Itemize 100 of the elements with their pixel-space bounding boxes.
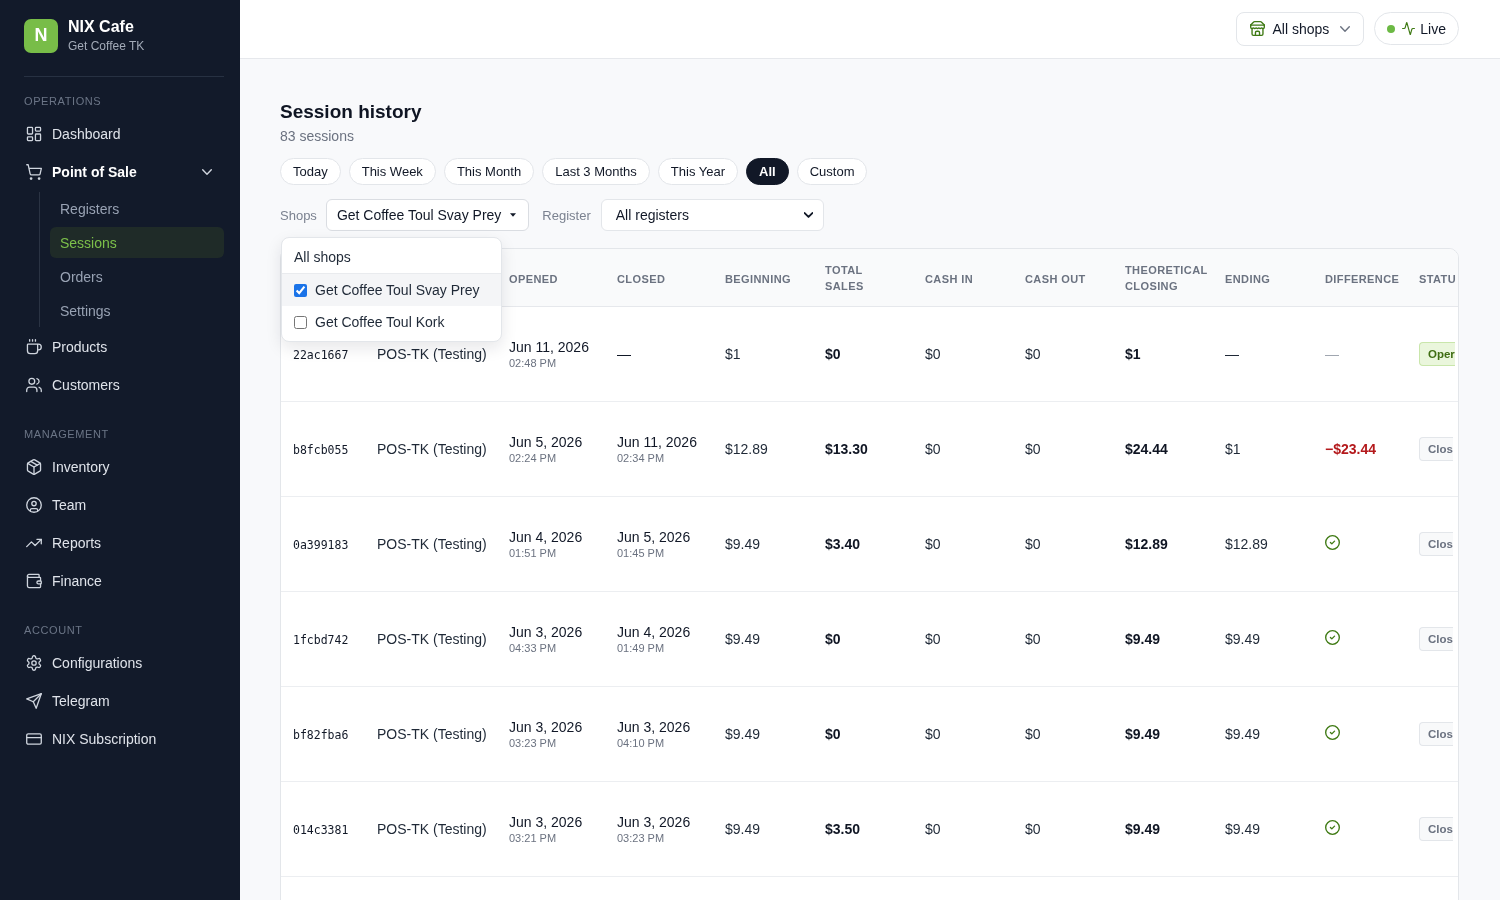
- shop-switcher[interactable]: All shops: [1235, 11, 1365, 46]
- table-cell: POS-TK (Testing): [377, 821, 487, 837]
- table-cell: $9.49: [725, 631, 761, 647]
- date-range-pill[interactable]: Last 3 Months: [542, 158, 650, 185]
- date-text: Jun 11, 2026: [617, 433, 697, 451]
- date-range-pill[interactable]: All: [746, 158, 789, 185]
- check-circle-icon: [1325, 819, 1340, 835]
- table-cell: $9.49: [1225, 821, 1261, 837]
- check-circle-icon: [1325, 724, 1340, 740]
- nav-item[interactable]: Finance: [16, 563, 224, 599]
- check-circle-icon: [1325, 534, 1340, 550]
- date-range-pill[interactable]: This Year: [657, 158, 739, 185]
- nav-subitem[interactable]: Orders: [50, 261, 224, 292]
- table-cell: POS-TK (Testing): [377, 441, 487, 457]
- date-text: —: [617, 345, 631, 363]
- nav-item[interactable]: Products: [16, 329, 224, 365]
- table-cell: $9.49: [1125, 726, 1161, 742]
- date-text: Jun 3, 2026: [509, 718, 583, 736]
- status-badge: Clos: [1419, 627, 1453, 651]
- table-cell: $12.89: [1225, 536, 1268, 552]
- table-cell: $9.49: [1125, 631, 1161, 647]
- time-text: 02:34 PM: [617, 451, 665, 465]
- date-text: Jun 3, 2026: [509, 623, 583, 641]
- table-cell: 1fcbd742: [293, 633, 349, 647]
- table-cell: $0: [1025, 536, 1041, 552]
- table-cell: $0: [825, 726, 841, 742]
- nav-item[interactable]: Telegram: [16, 683, 224, 719]
- table-cell: $0: [1025, 726, 1041, 742]
- table-cell: 0a399183: [293, 538, 349, 552]
- dropdown-option[interactable]: Get Coffee Toul Svay Prey: [282, 274, 501, 306]
- nav-item[interactable]: Inventory: [16, 449, 224, 485]
- table-cell: $12.89: [725, 441, 768, 457]
- nav-item[interactable]: Team: [16, 487, 224, 523]
- date-range-pill[interactable]: This Week: [348, 158, 436, 185]
- page-title: Session history: [280, 100, 422, 124]
- filter-label: Register: [542, 207, 591, 223]
- table-cell: $9.49: [725, 726, 761, 742]
- nav-item[interactable]: Dashboard: [16, 116, 224, 152]
- status-badge: Clos: [1419, 722, 1453, 746]
- date-range-pill[interactable]: This Month: [443, 158, 535, 185]
- table-cell: −$23.44: [1325, 441, 1376, 457]
- date-text: Jun 3, 2026: [617, 813, 691, 831]
- nav-item[interactable]: Customers: [16, 367, 224, 403]
- table-cell: $0: [1025, 631, 1041, 647]
- column-header: OPENED: [509, 271, 558, 287]
- table-cell: $1: [725, 346, 741, 362]
- filter-label: Shops: [280, 207, 317, 223]
- column-header: TOTAL SALES: [825, 262, 865, 294]
- cup-icon: [26, 339, 42, 355]
- live-indicator[interactable]: Live: [1374, 12, 1459, 45]
- nav-subitem[interactable]: Sessions: [50, 227, 224, 258]
- table-cell: $9.49: [725, 821, 761, 837]
- time-text: 02:24 PM: [509, 451, 557, 465]
- table-cell: —: [1225, 346, 1239, 362]
- time-text: 04:10 PM: [617, 736, 665, 750]
- table-cell: $0: [925, 726, 941, 742]
- table-cell: $0: [1025, 441, 1041, 457]
- shop-checkbox[interactable]: [294, 283, 307, 297]
- status-badge: Clos: [1419, 817, 1453, 841]
- brand-subtitle: Get Coffee TK: [68, 39, 145, 53]
- store-icon: [1249, 21, 1265, 36]
- card-icon: [26, 731, 42, 747]
- nav-item[interactable]: NIX Subscription: [16, 721, 224, 757]
- shop-checkbox[interactable]: [294, 315, 307, 329]
- nav-subitem[interactable]: Registers: [50, 193, 224, 224]
- session-count: 83 sessions: [280, 127, 354, 145]
- register-select[interactable]: All registers: [600, 199, 824, 231]
- column-header: THEORETICAL CLOSING: [1125, 262, 1209, 294]
- nav-subitem[interactable]: Settings: [50, 295, 224, 326]
- people-icon: [26, 377, 42, 393]
- column-header: CASH OUT: [1025, 271, 1086, 287]
- table-cell: $13.30: [825, 441, 868, 457]
- nav-item[interactable]: Configurations: [16, 645, 224, 681]
- date-range-pill[interactable]: Today: [280, 158, 341, 185]
- check-circle-icon: [1325, 629, 1340, 645]
- table-cell: POS-TK (Testing): [377, 536, 487, 552]
- table-cell: $0: [925, 536, 941, 552]
- dropdown-option[interactable]: Get Coffee Toul Kork: [282, 306, 501, 338]
- shop-select[interactable]: Get Coffee Toul Svay Prey: [325, 199, 530, 231]
- status-badge: Clos: [1419, 532, 1453, 556]
- chevron-down-icon[interactable]: [202, 167, 212, 177]
- time-text: 02:48 PM: [509, 356, 557, 370]
- pulse-icon: [1402, 22, 1416, 35]
- date-text: Jun 5, 2026: [509, 433, 583, 451]
- table-cell: POS-TK (Testing): [377, 631, 487, 647]
- table-cell: $0: [1025, 346, 1041, 362]
- table-cell: $3.40: [825, 536, 861, 552]
- table-cell: $12.89: [1125, 536, 1168, 552]
- time-text: 01:45 PM: [617, 546, 665, 560]
- column-header: STATU: [1419, 271, 1457, 287]
- table-cell: —: [1325, 346, 1339, 362]
- table-cell: b8fcb055: [293, 443, 349, 457]
- time-text: 03:21 PM: [509, 831, 557, 845]
- date-range-pill[interactable]: Custom: [796, 158, 868, 185]
- table-cell: $9.49: [1125, 821, 1161, 837]
- table-cell: $9.49: [1225, 726, 1261, 742]
- table-cell: $0: [825, 631, 841, 647]
- nav-item[interactable]: Reports: [16, 525, 224, 561]
- app-logo: N: [24, 18, 58, 53]
- nav-item[interactable]: Point of Sale: [16, 154, 224, 190]
